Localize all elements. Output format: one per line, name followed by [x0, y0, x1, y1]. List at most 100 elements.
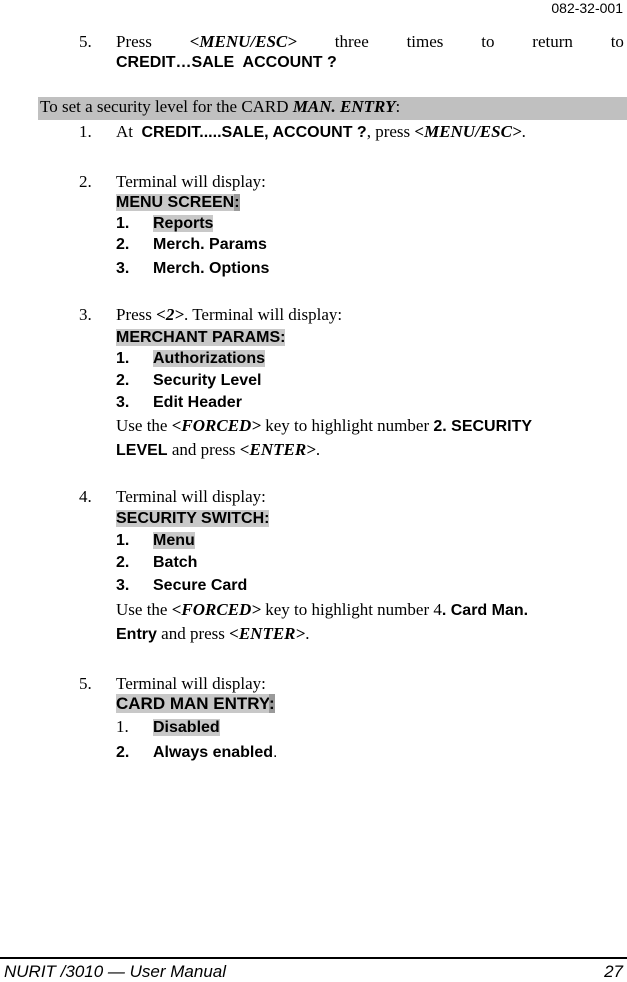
- step-4-instruction-line-2: Entry and press <ENTER>.: [116, 624, 309, 644]
- card-man-option: Entry: [116, 626, 157, 643]
- trailing-period: .: [273, 744, 278, 761]
- title: SECURITY SWITCH:: [116, 510, 270, 527]
- text: key to highlight number 4: [261, 600, 442, 619]
- step-4-text: Terminal will display:: [116, 487, 266, 506]
- menu-item-always-enabled: 2. Always enabled.: [116, 743, 278, 763]
- menu-esc-key: <MENU/ESC>: [189, 32, 297, 51]
- merchant-params-title: MERCHANT PARAMS:: [116, 328, 286, 348]
- menu-item-merch-options: 3. Merch. Options: [116, 259, 269, 279]
- menu-esc-key: <MENU/ESC>: [414, 122, 522, 141]
- document-number: 082-32-001: [551, 0, 623, 16]
- word: Press: [116, 32, 152, 51]
- item-number: 2.: [116, 554, 130, 571]
- banner-prefix: To set a security level for the CARD: [40, 97, 293, 116]
- step-1-text: At CREDIT.....SALE, ACCOUNT ?, press <ME…: [116, 122, 526, 142]
- item-number: 2.: [116, 744, 130, 761]
- item-number: 2.: [116, 372, 130, 389]
- item-number: 3.: [116, 394, 130, 411]
- intro-target-screen: CREDIT…SALE ACCOUNT ?: [116, 54, 337, 71]
- key-2: <2>: [156, 305, 185, 324]
- menu-item-merch-params: 2. Merch. Params: [116, 235, 267, 255]
- item-number: 1.: [116, 717, 129, 736]
- item-label: Batch: [153, 554, 198, 571]
- item-number: 3.: [116, 260, 130, 277]
- text: key to highlight number: [261, 416, 434, 435]
- intro-step-number: 5.: [79, 32, 92, 51]
- text: .: [315, 440, 321, 459]
- menu-item-security-level: 2. Security Level: [116, 371, 262, 391]
- enter-key: <ENTER>: [229, 624, 306, 643]
- item-label: Reports: [153, 215, 214, 232]
- page-number: 27: [604, 962, 623, 981]
- step-5-number: 5.: [79, 674, 92, 693]
- menu-item-menu: 1. Menu: [116, 531, 195, 551]
- text: , press: [366, 122, 415, 141]
- word: to: [610, 32, 624, 51]
- credit-sale-screen: CREDIT.....SALE, ACCOUNT ?: [141, 124, 367, 141]
- security-option: LEVEL: [116, 442, 168, 459]
- step-2-number: 2.: [79, 172, 92, 191]
- step-3-instruction-line-2: LEVEL and press <ENTER>.: [116, 440, 320, 460]
- item-number: 2.: [116, 236, 130, 253]
- menu-item-edit-header: 3. Edit Header: [116, 393, 242, 413]
- item-label: Edit Header: [153, 394, 242, 411]
- title: MENU SCREEN: [116, 194, 235, 211]
- menu-item-secure-card: 3. Secure Card: [116, 576, 247, 596]
- text: .: [305, 624, 310, 643]
- card-man-entry-title: CARD MAN ENTRY:: [116, 694, 275, 714]
- item-label: Disabled: [153, 719, 220, 736]
- item-number: 3.: [116, 577, 130, 594]
- step-5-text: Terminal will display:: [116, 674, 266, 693]
- item-number: 1.: [116, 532, 130, 549]
- title: CARD MAN ENTRY: [116, 694, 269, 713]
- text: At: [116, 122, 142, 141]
- item-number: 1.: [116, 215, 130, 232]
- text: Use the: [116, 416, 172, 435]
- menu-item-reports: 1. Reports: [116, 214, 214, 234]
- item-label: Security Level: [153, 372, 262, 389]
- banner-emphasis: MAN. ENTRY: [292, 97, 396, 116]
- title: MERCHANT PARAMS:: [116, 329, 286, 346]
- security-option: 2. SECURITY: [433, 418, 533, 435]
- word: return: [532, 32, 573, 51]
- word: to: [481, 32, 495, 51]
- word: three: [334, 32, 369, 51]
- footer-rule: [0, 957, 627, 959]
- text: and press: [156, 624, 230, 643]
- step-3-instruction-line-1: Use the <FORCED> key to highlight number…: [116, 416, 532, 436]
- enter-key: <ENTER>: [239, 440, 316, 459]
- section-banner-text: To set a security level for the CARD MAN…: [40, 97, 400, 117]
- menu-screen-title: MENU SCREEN:: [116, 193, 240, 213]
- step-4-number: 4.: [79, 487, 92, 506]
- word: times: [406, 32, 444, 51]
- step-3-number: 3.: [79, 305, 92, 324]
- text: Press: [116, 305, 157, 324]
- item-number: 1.: [116, 350, 130, 367]
- item-label: Secure Card: [153, 577, 248, 594]
- colon: :: [234, 194, 240, 211]
- menu-item-batch: 2. Batch: [116, 553, 197, 573]
- step-2-text: Terminal will display:: [116, 172, 266, 191]
- step-1-number: 1.: [79, 122, 92, 141]
- footer-title: NURIT /3010 — User Manual: [4, 962, 227, 981]
- item-label: Always enabled: [153, 744, 274, 761]
- step-4-instruction-line-1: Use the <FORCED> key to highlight number…: [116, 600, 528, 620]
- card-man-option: . Card Man.: [441, 602, 529, 619]
- intro-step-text: Press <MENU/ESC> three times to return t…: [116, 32, 624, 52]
- item-label: Merch. Options: [153, 260, 270, 277]
- item-label: Menu: [153, 532, 195, 549]
- forced-key: <FORCED>: [171, 600, 262, 619]
- text: Use the: [116, 600, 172, 619]
- text: . Terminal will display:: [184, 305, 343, 324]
- text: .: [521, 122, 526, 141]
- menu-item-authorizations: 1. Authorizations: [116, 349, 265, 369]
- item-label: Merch. Params: [153, 236, 267, 253]
- banner-suffix: :: [395, 97, 401, 116]
- forced-key: <FORCED>: [171, 416, 262, 435]
- security-switch-title: SECURITY SWITCH:: [116, 509, 270, 529]
- colon: :: [269, 694, 275, 713]
- item-label: Authorizations: [153, 350, 265, 367]
- step-3-text: Press <2>. Terminal will display:: [116, 305, 342, 325]
- text: and press: [167, 440, 240, 459]
- menu-item-disabled: 1. Disabled: [116, 717, 220, 738]
